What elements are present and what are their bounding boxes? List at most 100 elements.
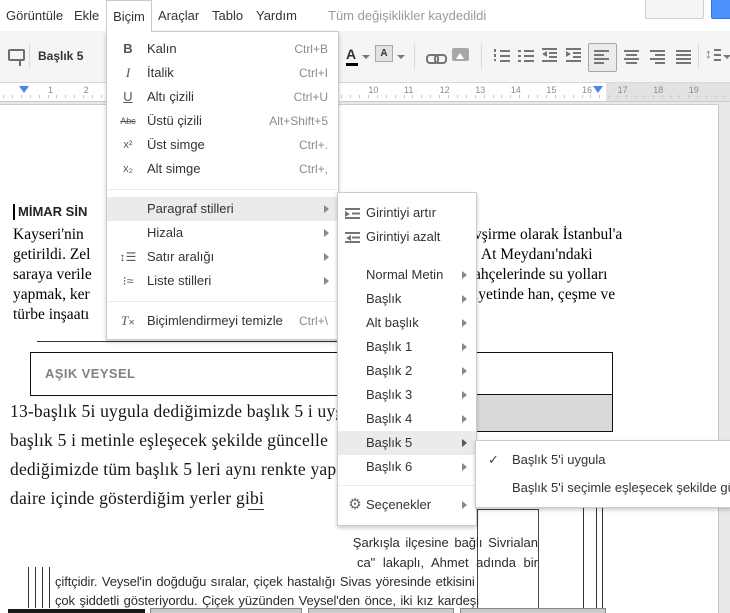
doc-paragraph-line[interactable]: , At Meydanı'ndaki xyxy=(474,245,593,265)
text-color-caret-icon[interactable] xyxy=(362,55,370,59)
paint-format-icon[interactable] xyxy=(8,49,25,66)
share-button[interactable] xyxy=(711,0,730,19)
menu-item-subtitle[interactable]: Alt başlık xyxy=(338,311,476,335)
ruler-tick xyxy=(367,95,369,98)
ruler-tick xyxy=(599,95,601,98)
ruler-tick xyxy=(385,95,387,98)
doc-paragraph-line[interactable]: dediğimizde tüm başlık 5 leri aynı renkt… xyxy=(10,459,350,480)
align-right-icon[interactable] xyxy=(650,50,665,64)
menu-tablo[interactable]: Tablo xyxy=(206,0,249,31)
ruler-number: 11 xyxy=(404,85,414,95)
table-row-edge xyxy=(308,608,454,613)
doc-paragraph-line[interactable]: vşirme olarak İstanbul'a xyxy=(474,225,622,245)
ruler-tick xyxy=(501,95,503,98)
menu-item-superscript[interactable]: x² Üst simge Ctrl+. xyxy=(107,133,338,157)
ruler-tick xyxy=(706,95,708,98)
doc-paragraph-line[interactable]: Şarkışla ilçesine bağlı Sivrialan xyxy=(300,535,538,550)
ruler-tick xyxy=(421,95,423,98)
menu-item-line-spacing[interactable]: ↕☰ Satır aralığı xyxy=(107,245,338,269)
menu-item-subscript[interactable]: x₂ Alt simge Ctrl+, xyxy=(107,157,338,181)
doc-paragraph-line[interactable]: çiftçidir. Veysel'in doğduğu sıralar, çi… xyxy=(55,574,475,589)
doc-paragraph-line[interactable]: ca" lakaplı, Ahmet adında bir xyxy=(300,555,538,570)
doc-paragraph-line[interactable]: Kayseri'nin xyxy=(13,225,84,245)
list-icon: ⁝≈ xyxy=(122,274,134,288)
toolbar-separator xyxy=(29,44,30,69)
ruler-tick xyxy=(643,95,645,98)
highlight-color-icon[interactable]: A xyxy=(375,45,393,62)
numbered-list-icon[interactable] xyxy=(494,48,510,62)
menu-item-heading-5[interactable]: Başlık 5 xyxy=(338,431,476,455)
menu-item-list-styles[interactable]: ⁝≈ Liste stilleri xyxy=(107,269,338,293)
ruler-tick xyxy=(626,95,627,98)
align-center-icon[interactable] xyxy=(624,50,639,64)
line-spacing-icon[interactable]: ↕ xyxy=(705,46,721,62)
menu-item-paragraph-styles[interactable]: Paragraf stilleri xyxy=(107,197,338,221)
justify-icon[interactable] xyxy=(676,50,691,64)
ruler-tick xyxy=(715,95,716,98)
strikethrough-icon: Abc xyxy=(120,116,136,126)
doc-paragraph-line[interactable]: başlık 5 i metinle eşleşecek şekilde gün… xyxy=(10,430,328,451)
menu-item-heading-4[interactable]: Başlık 4 xyxy=(338,407,476,431)
bulleted-list-icon[interactable] xyxy=(518,48,534,62)
doc-paragraph-line[interactable]: daire içinde gösterdiğim yerler gibi xyxy=(10,488,264,509)
menu-bicim-open[interactable]: Biçim xyxy=(106,0,152,32)
ruler-number: 2 xyxy=(83,85,89,95)
menu-item-strikethrough[interactable]: Abc Üstü çizili Alt+Shift+5 xyxy=(107,109,338,133)
increase-indent-icon[interactable] xyxy=(566,48,581,62)
doc-paragraph-line[interactable]: ahçelerinde su yolları xyxy=(474,265,607,285)
ruler-tick xyxy=(83,95,85,98)
ruler-tick xyxy=(65,95,67,98)
ruler-tick xyxy=(376,95,378,98)
menu-item-title[interactable]: Başlık xyxy=(338,287,476,311)
menu-item-decrease-indent[interactable]: Girintiyi azalt xyxy=(338,225,476,249)
menu-item-align[interactable]: Hizala xyxy=(107,221,338,245)
ruler-number: 1 xyxy=(48,85,54,95)
comments-button[interactable] xyxy=(645,0,704,19)
menu-item-heading-6[interactable]: Başlık 6 xyxy=(338,455,476,479)
menu-item-increase-indent[interactable]: Girintiyi artır xyxy=(338,201,476,225)
ruler-tick xyxy=(554,95,556,98)
decrease-indent-icon[interactable] xyxy=(542,48,557,62)
doc-paragraph-line[interactable]: iyetinde han, çeşme ve xyxy=(474,285,615,305)
menu-item-underline[interactable]: U Altı çizili Ctrl+U xyxy=(107,85,338,109)
ruler-number: 14 xyxy=(510,85,521,95)
ruler-tick xyxy=(465,95,467,98)
menu-yardim[interactable]: Yardım xyxy=(250,0,303,31)
right-indent-marker[interactable] xyxy=(593,86,603,93)
menu-goruntule[interactable]: Görüntüle xyxy=(0,0,69,31)
text-color-icon[interactable]: A xyxy=(346,46,358,66)
submenu-arrow-icon xyxy=(324,277,329,285)
doc-paragraph-line[interactable]: 13-başlık 5i uygula dediğimizde başlık 5… xyxy=(10,401,372,422)
paragraph-style-selector[interactable]: Başlık 5 xyxy=(38,31,83,82)
menu-araclar[interactable]: Araçlar xyxy=(152,0,205,31)
menu-item-normal-text[interactable]: Normal Metin xyxy=(338,263,476,287)
menu-item-apply-heading5[interactable]: ✓ Başlık 5'i uygula xyxy=(476,448,730,472)
ruler-tick xyxy=(537,95,538,98)
line-spacing-caret-icon[interactable] xyxy=(723,55,730,59)
insert-link-icon[interactable] xyxy=(426,51,447,69)
menu-item-italic[interactable]: I İtalik Ctrl+I xyxy=(107,61,338,85)
doc-paragraph-line[interactable]: türbe inşaatı xyxy=(13,305,89,325)
doc-paragraph-line[interactable]: getirildi. Zel xyxy=(13,245,90,265)
save-status[interactable]: Tüm değişiklikler kaydedildi xyxy=(328,0,486,31)
menu-item-options[interactable]: ⚙ Seçenekler xyxy=(338,493,476,517)
left-indent-marker[interactable] xyxy=(19,86,29,93)
menu-item-clear-formatting[interactable]: T✕ Biçimlendirmeyi temizle Ctrl+\ xyxy=(107,309,338,333)
menu-item-heading-1[interactable]: Başlık 1 xyxy=(338,335,476,359)
highlight-color-caret-icon[interactable] xyxy=(397,55,405,59)
menu-item-update-heading5[interactable]: Başlık 5'i seçimle eşleşecek şekilde gün… xyxy=(476,476,730,500)
menu-item-heading-3[interactable]: Başlık 3 xyxy=(338,383,476,407)
menu-item-bold[interactable]: B Kalın Ctrl+B xyxy=(107,37,338,61)
heading-box-asik-veysel[interactable]: AŞIK VEYSEL xyxy=(30,352,613,396)
doc-paragraph-line[interactable]: saraya verile xyxy=(13,265,92,285)
menu-ekle[interactable]: Ekle xyxy=(68,0,105,31)
doc-paragraph-line[interactable]: yapmak, ker xyxy=(13,285,90,305)
doc-paragraph-line[interactable]: çok şiddetli gösteriyordu. Çiçek yüzünde… xyxy=(55,593,479,608)
ruler-tick xyxy=(563,95,565,98)
align-left-icon[interactable] xyxy=(594,50,609,64)
ruler-tick xyxy=(448,95,449,98)
insert-image-icon[interactable] xyxy=(452,48,469,61)
doc-heading-mimar[interactable]: MİMAR SİN xyxy=(18,204,87,219)
menu-item-heading-2[interactable]: Başlık 2 xyxy=(338,359,476,383)
table-border xyxy=(596,506,597,608)
